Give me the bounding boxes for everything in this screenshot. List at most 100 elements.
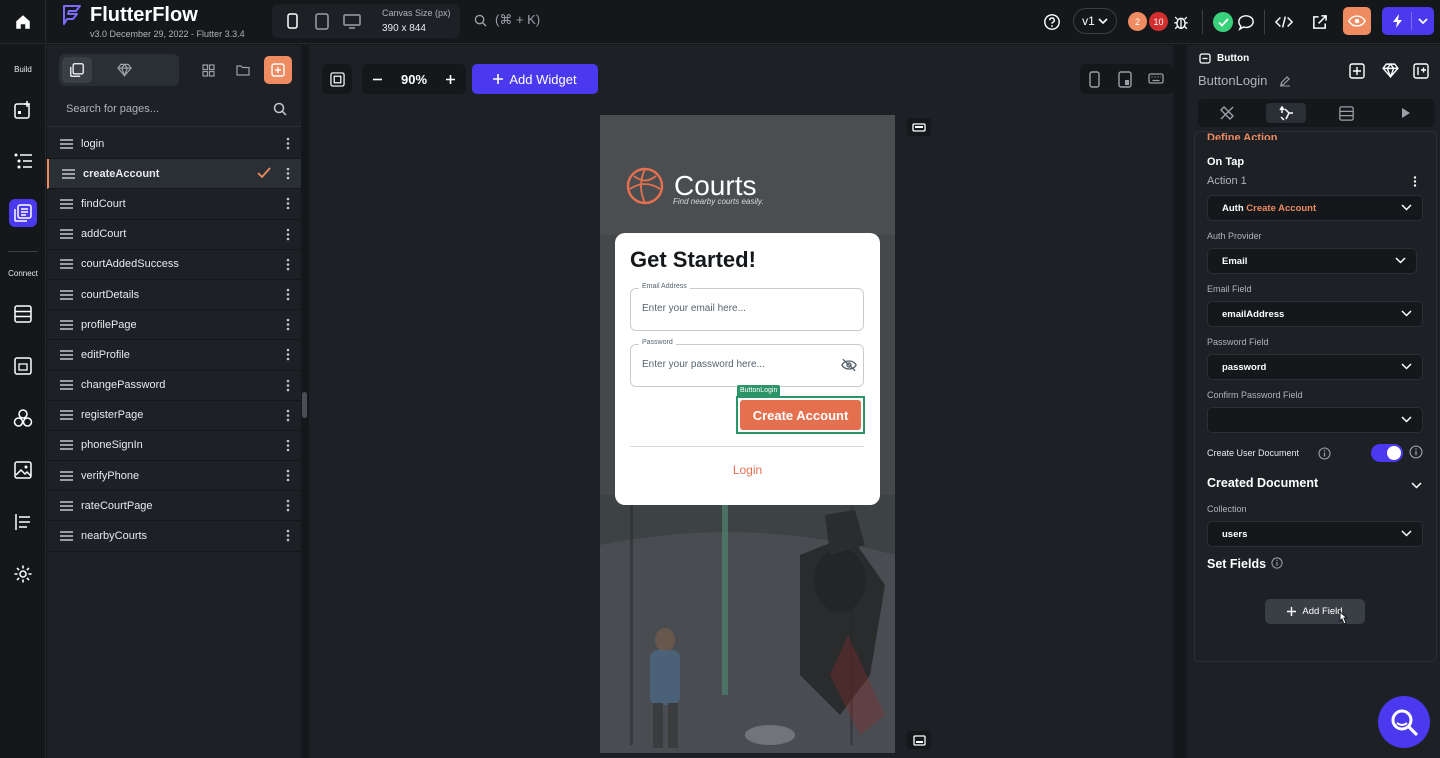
help-button[interactable] [1041, 11, 1063, 33]
info-icon[interactable] [1318, 447, 1331, 460]
auth-provider-dropdown[interactable]: Email [1207, 248, 1417, 274]
pages-button[interactable] [9, 199, 37, 227]
more-vertical-icon[interactable] [286, 228, 290, 241]
action-type-dropdown[interactable]: Auth Create Account [1207, 195, 1423, 221]
command-search[interactable]: (⌘ + K) [474, 12, 540, 28]
status-ok-icon[interactable] [1213, 12, 1233, 32]
page-item[interactable]: createAccount [47, 159, 301, 190]
zoom-out-icon[interactable] [372, 74, 383, 85]
selected-widget-outline[interactable]: Create Account [736, 396, 865, 434]
more-vertical-icon[interactable] [286, 529, 290, 542]
run-button[interactable] [1382, 7, 1434, 35]
action-name[interactable]: Action 1 [1207, 175, 1247, 187]
keyboard-icon[interactable] [1148, 73, 1164, 84]
bottom-safe-area-toggle[interactable] [907, 731, 931, 749]
tablet-device-button[interactable] [312, 12, 332, 30]
preview-button[interactable] [1343, 7, 1371, 35]
app-settings-list-button[interactable] [9, 508, 37, 536]
more-vertical-icon[interactable] [286, 258, 290, 271]
page-item[interactable]: findCourt [47, 189, 301, 220]
info-icon[interactable] [1409, 445, 1423, 459]
more-vertical-icon[interactable] [286, 318, 290, 331]
phone-device-button[interactable] [282, 12, 302, 30]
add-to-page-icon[interactable] [1349, 63, 1365, 79]
collection-dropdown[interactable]: users [1207, 521, 1423, 547]
firestore-button[interactable] [9, 300, 37, 328]
page-item[interactable]: login [47, 129, 301, 160]
create-account-button[interactable]: Create Account [740, 400, 861, 430]
warnings-badge[interactable]: 2 [1128, 12, 1147, 31]
page-item[interactable]: courtDetails [47, 280, 301, 311]
password-field-dropdown[interactable]: password [1207, 354, 1423, 380]
more-vertical-icon[interactable] [286, 137, 290, 150]
comments-button[interactable] [1235, 11, 1257, 33]
canvas-scrollbar[interactable] [1174, 45, 1186, 758]
more-vertical-icon[interactable] [1413, 176, 1417, 187]
home-button[interactable] [0, 0, 46, 44]
diamond-icon[interactable] [1382, 63, 1399, 78]
tablet-view-icon[interactable] [1118, 71, 1132, 88]
more-vertical-icon[interactable] [286, 499, 290, 512]
page-item[interactable]: courtAddedSuccess [47, 250, 301, 280]
page-item[interactable]: profilePage [47, 310, 301, 341]
tab-components[interactable] [109, 57, 139, 83]
panel-resize-handle[interactable] [302, 392, 307, 418]
debug-button[interactable] [1170, 11, 1192, 33]
email-field-dropdown[interactable]: emailAddress [1207, 301, 1423, 327]
top-safe-area-toggle[interactable] [907, 118, 931, 136]
desktop-device-button[interactable] [342, 12, 362, 30]
page-search[interactable]: Search for pages... [47, 93, 301, 127]
version-selector[interactable]: v1 [1073, 8, 1117, 34]
more-vertical-icon[interactable] [286, 197, 290, 210]
chevron-down-icon[interactable] [1411, 482, 1422, 489]
create-user-doc-toggle[interactable] [1371, 444, 1403, 462]
more-vertical-icon[interactable] [286, 379, 290, 392]
page-item[interactable]: changePassword [47, 371, 301, 401]
password-field[interactable]: Password Enter your password here... [630, 339, 864, 387]
widget-tree-button[interactable] [9, 147, 37, 175]
edit-icon[interactable] [1279, 75, 1291, 87]
phone-preview[interactable]: Courts Find nearby courts easily. Get St… [600, 115, 895, 753]
canvas-size-value[interactable]: 390 x 844 [382, 23, 426, 34]
storage-button[interactable] [9, 352, 37, 380]
phone-view-icon[interactable] [1089, 71, 1100, 88]
page-search-input[interactable]: Search for pages... [66, 103, 159, 115]
page-item[interactable]: editProfile [47, 340, 301, 371]
page-item[interactable]: nearbyCourts [47, 521, 301, 552]
page-item[interactable]: addCourt [47, 220, 301, 250]
new-folder-button[interactable] [229, 56, 257, 84]
more-vertical-icon[interactable] [286, 469, 290, 482]
view-code-button[interactable] [1273, 11, 1295, 33]
tab-animations[interactable] [1386, 103, 1426, 123]
visibility-off-icon[interactable] [841, 358, 857, 372]
errors-badge[interactable]: 10 [1149, 12, 1168, 31]
page-item[interactable]: registerPage [47, 401, 301, 431]
fit-canvas-button[interactable] [322, 64, 352, 94]
add-widget-button[interactable]: Add Widget [472, 64, 598, 94]
email-field[interactable]: Email Address Enter your email here... [630, 283, 864, 331]
info-icon[interactable] [1271, 557, 1283, 569]
tab-actions[interactable] [1266, 103, 1306, 123]
more-vertical-icon[interactable] [286, 288, 290, 301]
more-vertical-icon[interactable] [286, 167, 290, 180]
add-field-button[interactable]: Add Field [1265, 599, 1365, 624]
convert-component-icon[interactable] [1413, 63, 1429, 79]
login-link[interactable]: Login [615, 463, 880, 477]
widget-name[interactable]: ButtonLogin [1198, 73, 1267, 88]
page-item[interactable]: phoneSignIn [47, 431, 301, 462]
media-assets-button[interactable] [9, 456, 37, 484]
widget-palette-button[interactable] [9, 96, 37, 124]
search-help-fab[interactable] [1378, 696, 1430, 748]
add-page-button[interactable] [264, 56, 292, 84]
more-vertical-icon[interactable] [286, 439, 290, 452]
confirm-password-dropdown[interactable] [1207, 407, 1423, 433]
tab-properties[interactable] [1207, 103, 1247, 123]
settings-button[interactable] [9, 560, 37, 588]
integrations-button[interactable] [9, 404, 37, 432]
templates-button[interactable] [194, 56, 222, 84]
page-item[interactable]: rateCourtPage [47, 491, 301, 522]
tab-backend-query[interactable] [1326, 103, 1366, 123]
more-vertical-icon[interactable] [286, 409, 290, 422]
share-button[interactable] [1308, 11, 1330, 33]
page-item[interactable]: verifyPhone [47, 461, 301, 492]
